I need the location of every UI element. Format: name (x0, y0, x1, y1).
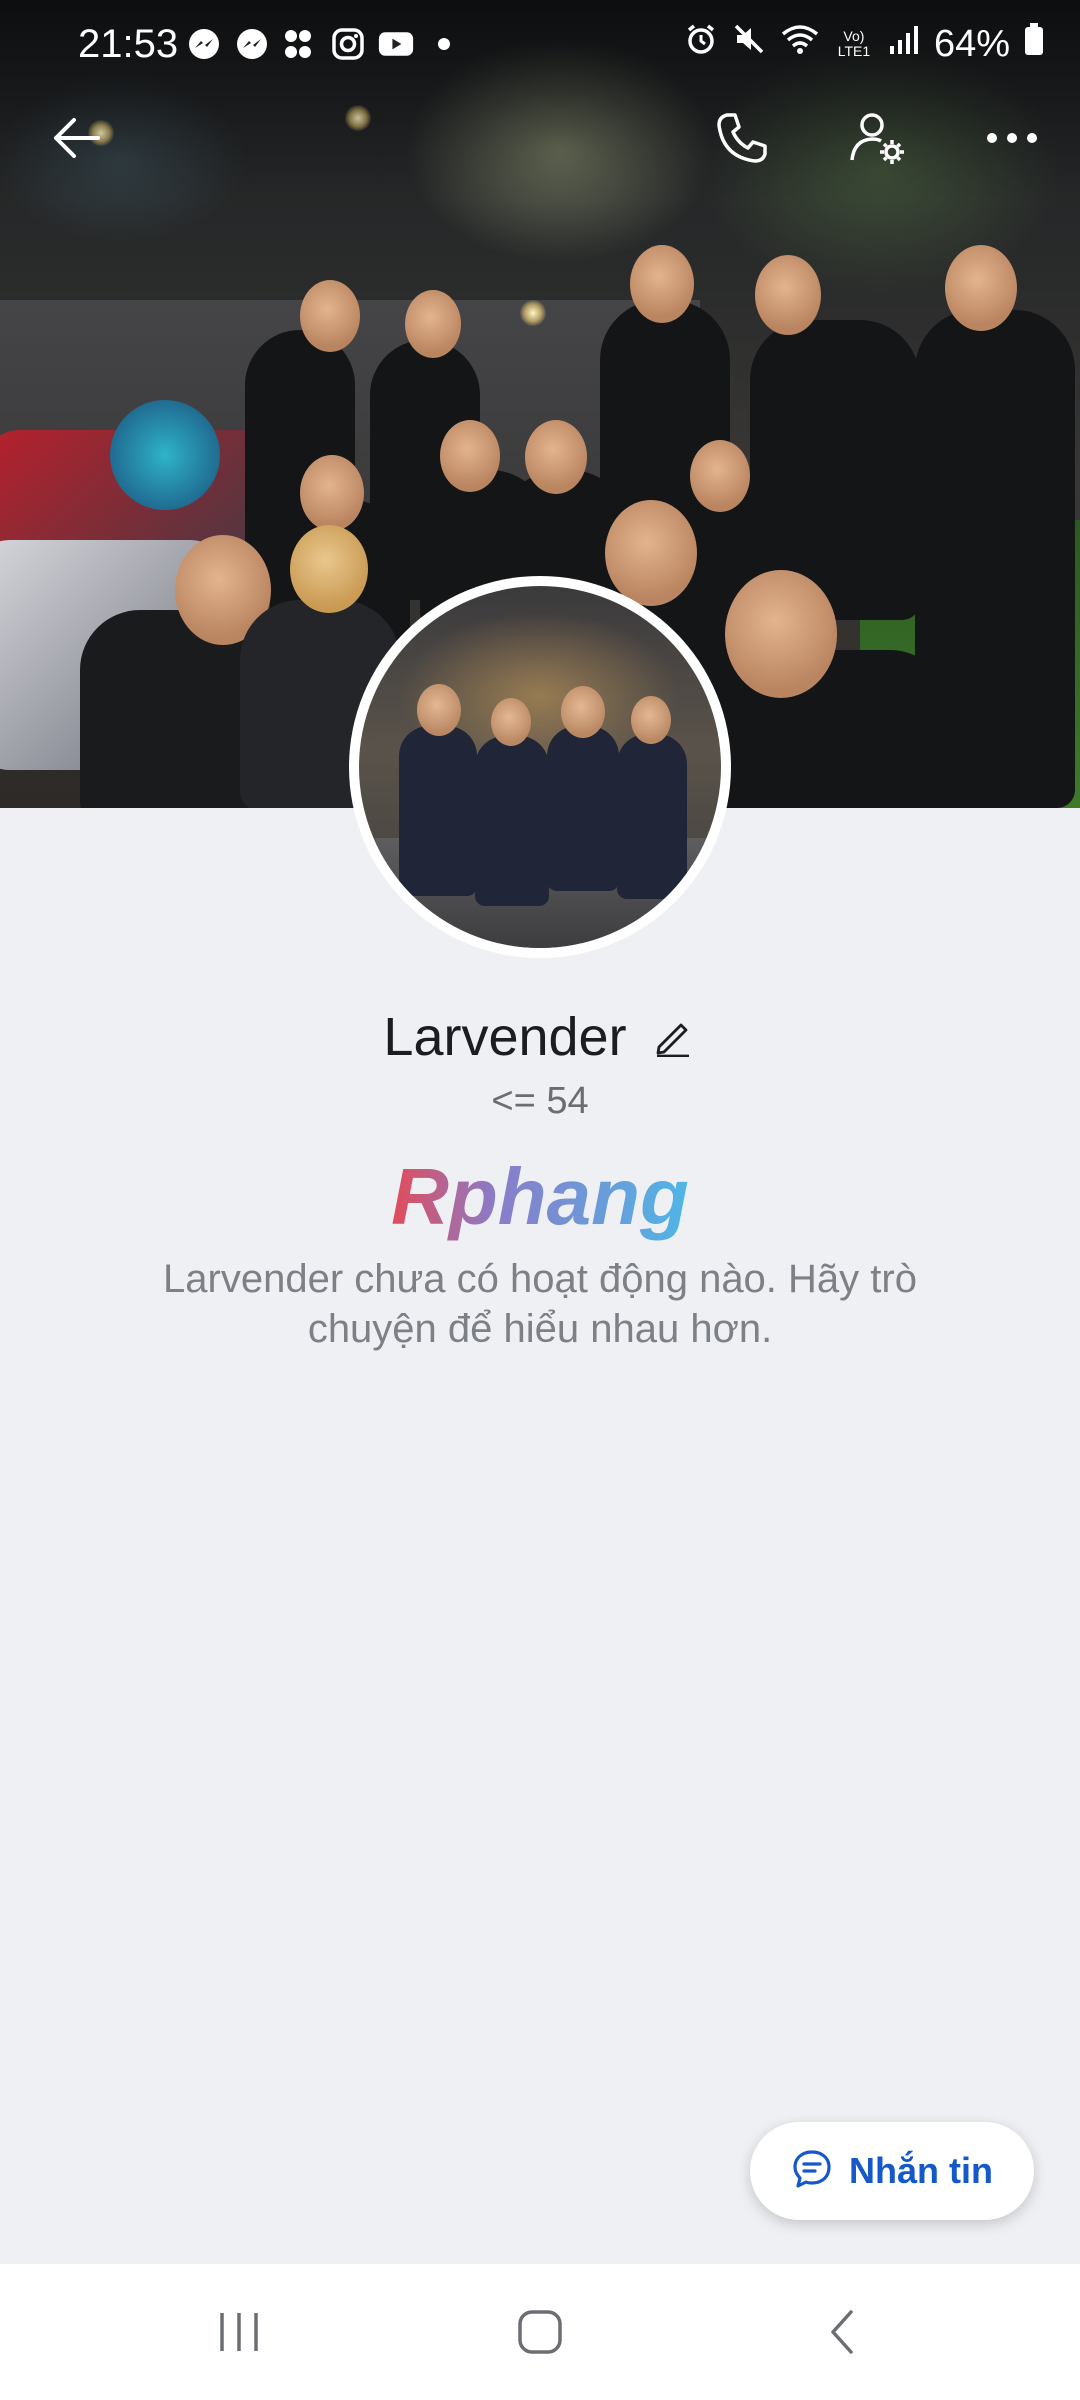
status-time: 21:53 (78, 22, 179, 66)
mute-icon (732, 22, 766, 66)
signal-icon (888, 23, 920, 66)
messenger-icon (186, 26, 222, 62)
battery-percent: 64% (933, 22, 1010, 65)
chevron-left-icon (831, 2310, 853, 2354)
more-dots-icon (984, 128, 1040, 153)
avatar[interactable] (359, 586, 721, 948)
recent-apps-icon (220, 2313, 258, 2351)
messenger-icon (234, 26, 270, 62)
instagram-icon (330, 26, 366, 62)
profile-screen: 21:53 Vo) LTE1 64% Larvender <= 54 Rphan… (0, 0, 1080, 2400)
profile-settings-button[interactable] (838, 100, 918, 180)
chat-bubble-icon (791, 2148, 833, 2195)
back-button[interactable] (36, 100, 116, 180)
momo-icon (282, 26, 318, 62)
user-settings-icon (848, 108, 908, 173)
dot-icon (426, 26, 462, 62)
profile-subtitle: <= 54 (491, 1080, 589, 1122)
edit-name-button[interactable] (649, 1013, 697, 1061)
phone-icon (713, 109, 771, 172)
alarm-icon (684, 22, 718, 66)
system-nav-bar (0, 2264, 1080, 2400)
status-bar: 21:53 Vo) LTE1 64% (0, 0, 1080, 90)
wifi-icon (780, 22, 820, 66)
recent-apps-button[interactable] (184, 2292, 294, 2372)
back-arrow-icon (48, 110, 104, 171)
home-icon (518, 2310, 562, 2354)
network-label: Vo) LTE1 (837, 28, 871, 59)
profile-name: Larvender (383, 1007, 627, 1067)
notification-icons (186, 26, 462, 62)
more-options-button[interactable] (972, 100, 1052, 180)
home-button[interactable] (485, 2292, 595, 2372)
message-button-label: Nhắn tin (849, 2150, 993, 2191)
watermark-logo: Rphang (0, 1150, 1080, 1250)
system-back-button[interactable] (788, 2292, 898, 2372)
call-button[interactable] (702, 100, 782, 180)
empty-activity-message: Larvender chưa có hoạt động nào. Hãy trò… (163, 1257, 917, 1351)
svg-text:Rphang: Rphang (391, 1152, 689, 1241)
youtube-icon (378, 26, 414, 62)
profile-name-row: Larvender (0, 1000, 1080, 1074)
battery-icon (1024, 22, 1044, 66)
message-button[interactable]: Nhắn tin (750, 2122, 1034, 2220)
pencil-icon (656, 1023, 689, 1057)
system-status: Vo) LTE1 64% (684, 22, 1044, 66)
